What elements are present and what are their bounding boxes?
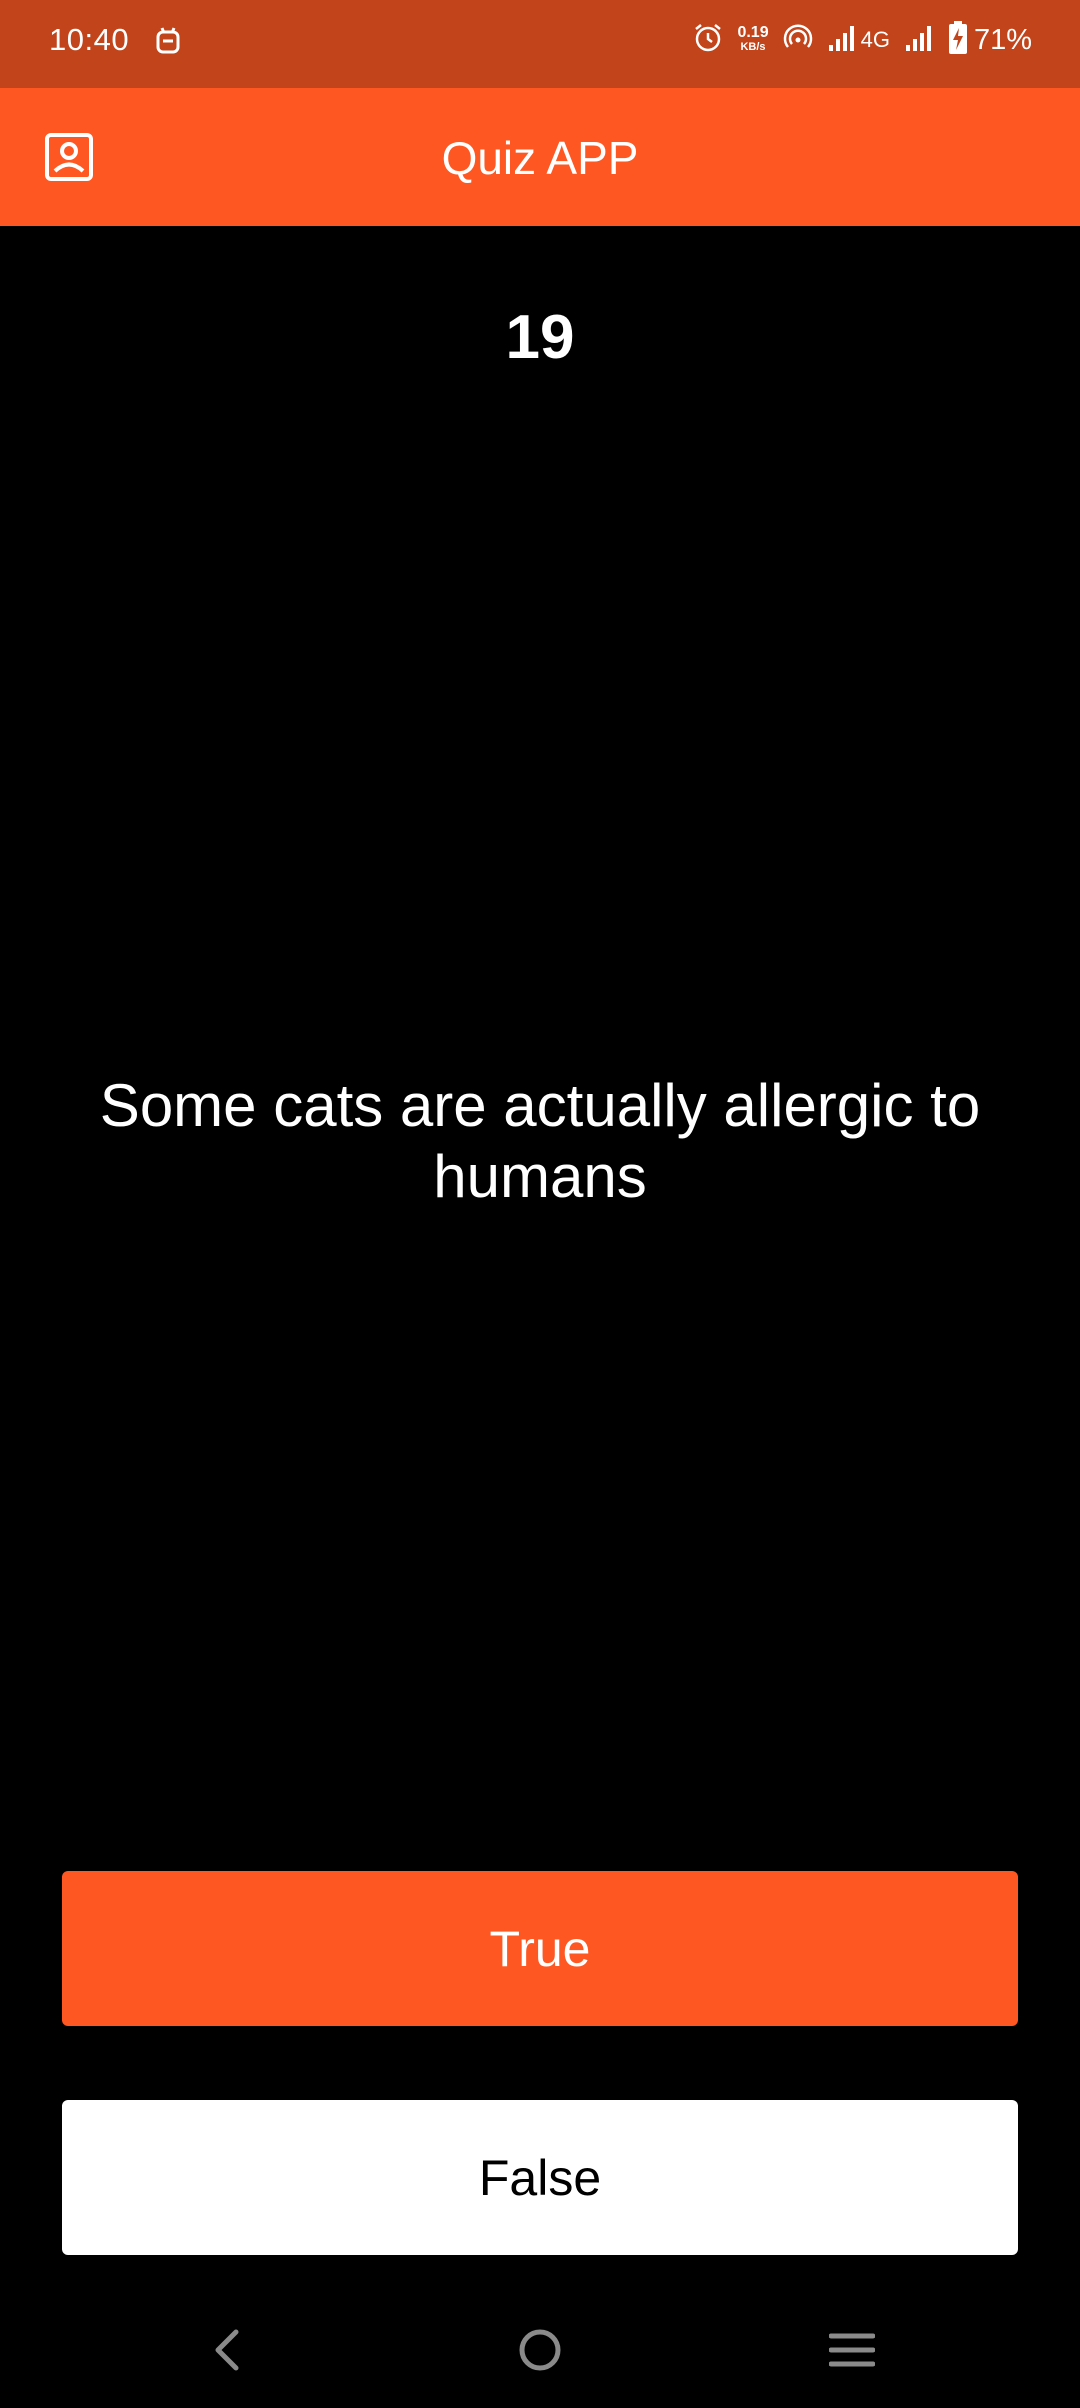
navigation-bar	[0, 2290, 1080, 2408]
question-number: 19	[505, 303, 575, 372]
app-bar: Quiz APP	[0, 88, 1080, 226]
status-icons: 0.19 KB/s 4G 71%	[679, 16, 1032, 64]
quiz-screen: 10:40 0.19 KB/s 4G 71% Quiz APP 19 Some …	[0, 0, 1080, 2408]
network-type: 4G	[860, 27, 890, 52]
battery-percent: 71%	[973, 23, 1032, 56]
recents-menu-icon[interactable]	[814, 2312, 890, 2388]
false-button[interactable]: False	[62, 2100, 1018, 2255]
true-button[interactable]: True	[62, 1871, 1018, 2026]
question-text: Some cats are actually allergic to human…	[99, 1072, 981, 1210]
network-speed-unit: KB/s	[740, 41, 766, 53]
network-speed-value: 0.19	[737, 24, 769, 41]
alarm-icon	[693, 23, 723, 58]
network-speed: 0.19 KB/s	[737, 24, 769, 54]
notification-app-icon	[154, 24, 182, 56]
home-icon[interactable]	[502, 2312, 578, 2388]
hotspot-icon	[783, 23, 813, 58]
signal-icon	[827, 23, 857, 58]
back-icon[interactable]	[190, 2312, 266, 2388]
status-time: 10:40	[49, 22, 130, 57]
battery-icon	[948, 20, 968, 60]
status-bar: 10:40 0.19 KB/s 4G 71%	[0, 0, 1080, 88]
app-title: Quiz APP	[441, 132, 639, 184]
signal-icon-2	[904, 23, 934, 58]
